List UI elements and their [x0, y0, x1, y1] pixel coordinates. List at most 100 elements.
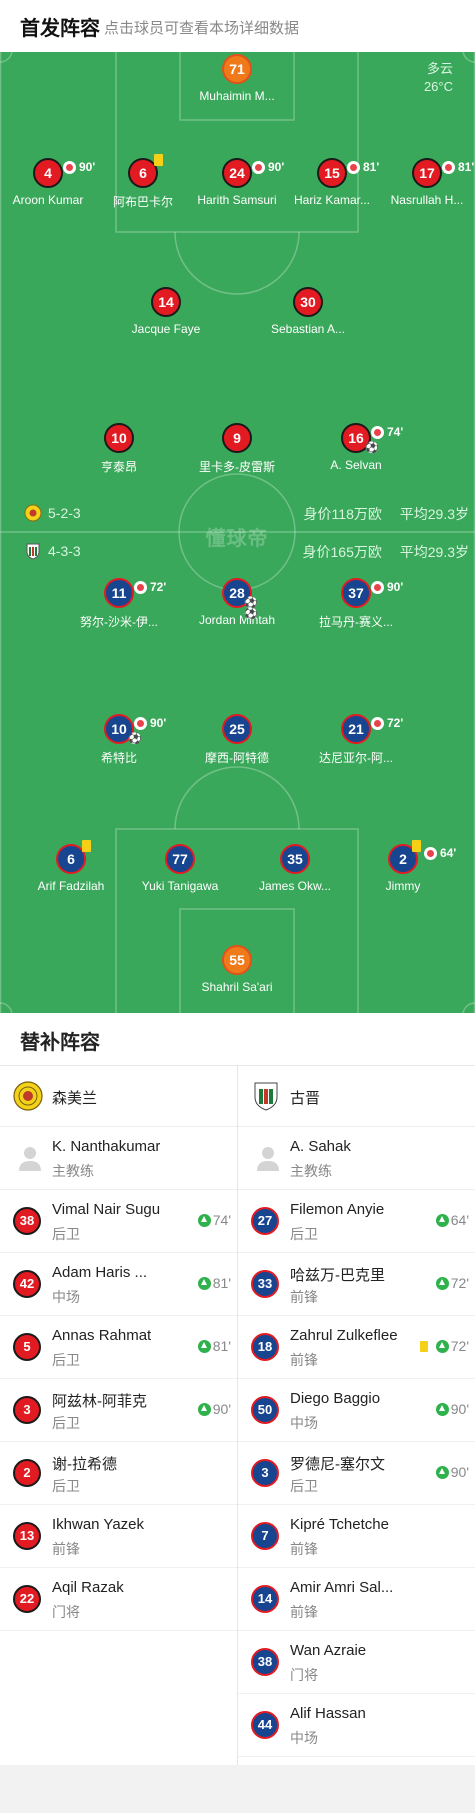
sub-out-indicator: 64' [424, 840, 456, 866]
sub-in-indicator: 81' [197, 1275, 231, 1291]
sub-name: 罗德尼-塞尔文 [290, 1456, 385, 1473]
away-sub-row[interactable]: 3 罗德尼-塞尔文 后卫 90' [238, 1442, 475, 1505]
away-player-37[interactable]: 37 90' 拉马丹-赛义... [301, 578, 411, 630]
sub-position: 后卫 [52, 1478, 80, 1494]
sub-out-icon [442, 160, 455, 174]
sub-name: Zahrul Zulkeflee [290, 1327, 398, 1344]
sub-position: 前锋 [290, 1541, 318, 1557]
sub-out-icon [252, 160, 265, 174]
home-player-9[interactable]: 9 里卡多-皮雷斯 [182, 423, 292, 475]
home-team-row[interactable]: 森美兰 [0, 1065, 237, 1127]
home-formation: 5-2-3 [24, 504, 81, 522]
sub-number: 22 [13, 1585, 41, 1613]
sub-out-indicator: 81' [442, 154, 474, 180]
sub-number: 2 [13, 1459, 41, 1487]
away-sub-row[interactable]: 44 Alif Hassan 中场 [238, 1694, 475, 1757]
page-bottom [0, 1765, 475, 1813]
sub-position: 后卫 [52, 1352, 80, 1368]
away-team-logo-icon [26, 543, 40, 560]
sub-number: 38 [251, 1648, 279, 1676]
watermark: 懂球帝 [205, 528, 269, 550]
away-avg-age: 平均29.3岁 [399, 544, 469, 560]
home-sub-row[interactable]: 42 Adam Haris ... 中场 81' [0, 1253, 237, 1316]
home-team-value: 身价118万欧 [303, 506, 382, 522]
away-player-28[interactable]: 28 ⚽⚽ Jordan Mintah [182, 578, 292, 627]
weather-temperature: 26°C [423, 79, 453, 94]
away-player-6[interactable]: 6 Arif Fadzilah [16, 840, 126, 893]
sub-out-icon [347, 160, 360, 174]
sub-name: 阿兹林-阿菲克 [52, 1393, 147, 1410]
sub-number: 38 [13, 1207, 41, 1235]
player-number: 16 [348, 430, 364, 446]
player-number: 25 [222, 714, 252, 744]
sub-number: 14 [251, 1585, 279, 1613]
home-sub-row[interactable]: 13 Ikhwan Yazek 前锋 [0, 1505, 237, 1568]
sub-in-icon [435, 1339, 449, 1353]
player-name: 达尼亚尔-阿... [319, 751, 393, 765]
away-sub-row[interactable]: 18 Zahrul Zulkeflee 前锋 72' [238, 1316, 475, 1379]
sub-out-icon [134, 580, 147, 594]
sub-number: 50 [251, 1396, 279, 1424]
home-sub-row[interactable]: 38 Vimal Nair Sugu 后卫 74' [0, 1190, 237, 1253]
sub-in-icon [197, 1213, 211, 1227]
home-player-71[interactable]: 71 Muhaimin M... [182, 54, 292, 103]
away-player-35[interactable]: 35 James Okw... [240, 844, 350, 893]
home-player-10[interactable]: 10 亨泰昂 [64, 423, 174, 475]
sub-name: Filemon Anyie [290, 1201, 385, 1218]
player-name: 拉马丹-赛义... [319, 615, 393, 629]
sub-in-icon [197, 1402, 211, 1416]
home-player-16[interactable]: 16 74' ⚽ A. Selvan [301, 423, 411, 472]
away-sub-row[interactable]: 7 Kipré Tchetche 前锋 [238, 1505, 475, 1568]
away-sub-row[interactable]: 33 哈兹万-巴克里 前锋 72' [238, 1253, 475, 1316]
away-sub-row[interactable]: 27 Filemon Anyie 后卫 64' [238, 1190, 475, 1253]
home-coach-row[interactable]: K. Nanthakumar 主教练 [0, 1127, 237, 1190]
sub-position: 前锋 [290, 1352, 318, 1368]
away-player-2[interactable]: 2 64' Jimmy [348, 840, 458, 893]
coach-name: A. Sahak [290, 1138, 351, 1155]
sub-in-icon [197, 1276, 211, 1290]
away-sub-row[interactable]: 38 Wan Azraie 门将 [238, 1631, 475, 1694]
sub-out-indicator: 72' [134, 574, 166, 600]
home-sub-row[interactable]: 5 Annas Rahmat 后卫 81' [0, 1316, 237, 1379]
home-sub-row[interactable]: 3 阿兹林-阿菲克 后卫 90' [0, 1379, 237, 1442]
sub-in-icon [435, 1213, 449, 1227]
sub-in-indicator: 64' [435, 1212, 469, 1228]
pitch: 多云 26°C 懂球帝 71 Muhaimin M... 4 90' Aroon… [0, 52, 475, 1013]
away-team-row[interactable]: 古晋 [238, 1065, 475, 1127]
home-player-17[interactable]: 17 81' Nasrullah H... [372, 158, 475, 207]
away-player-11[interactable]: 11 72' 努尔-沙米-伊... [64, 578, 174, 630]
sub-number: 7 [251, 1522, 279, 1550]
away-player-55[interactable]: 55 Shahril Sa'ari [182, 945, 292, 994]
home-sub-row[interactable]: 22 Aqil Razak 门将 [0, 1568, 237, 1631]
coach-avatar-icon [19, 1147, 41, 1171]
player-number: 10 [111, 721, 127, 737]
sub-position: 前锋 [290, 1604, 318, 1620]
player-name: 希特比 [100, 751, 137, 765]
home-player-24[interactable]: 24 90' Harith Samsuri [182, 158, 292, 207]
sub-name: Kipré Tchetche [290, 1516, 389, 1533]
goal-ball-icon: ⚽⚽ [244, 597, 258, 620]
away-player-77[interactable]: 77 Yuki Tanigawa [125, 844, 235, 893]
away-coach-row[interactable]: A. Sahak 主教练 [238, 1127, 475, 1190]
sub-name: Alif Hassan [290, 1705, 366, 1722]
player-name: Shahril Sa'ari [201, 980, 273, 994]
sub-position: 前锋 [52, 1541, 80, 1557]
sub-out-icon [424, 846, 437, 860]
sub-number: 5 [13, 1333, 41, 1361]
away-player-25[interactable]: 25 摩西-阿特德 [182, 714, 292, 766]
home-sub-row[interactable]: 2 谢-拉希德 后卫 [0, 1442, 237, 1505]
away-sub-row[interactable]: 50 Diego Baggio 中场 90' [238, 1379, 475, 1442]
home-player-15[interactable]: 15 81' Hariz Kamar... [277, 158, 387, 207]
lineup-hint: 点击球员可查看本场详细数据 [104, 20, 300, 37]
home-player-14[interactable]: 14 Jacque Faye [111, 287, 221, 336]
sub-in-icon [197, 1339, 211, 1353]
away-player-21[interactable]: 21 72' 达尼亚尔-阿... [301, 714, 411, 766]
home-player-30[interactable]: 30 Sebastian A... [253, 287, 363, 336]
sub-name: Amir Amri Sal... [290, 1579, 394, 1596]
player-number: 2 [399, 851, 407, 867]
away-player-10[interactable]: 10 90' ⚽ 希特比 [64, 714, 174, 766]
away-sub-row[interactable]: 14 Amir Amri Sal... 前锋 [238, 1568, 475, 1631]
player-name: Jordan Mintah [198, 613, 276, 627]
lineup-title: 首发阵容 [20, 18, 100, 40]
home-avg-age: 平均29.3岁 [399, 506, 469, 522]
